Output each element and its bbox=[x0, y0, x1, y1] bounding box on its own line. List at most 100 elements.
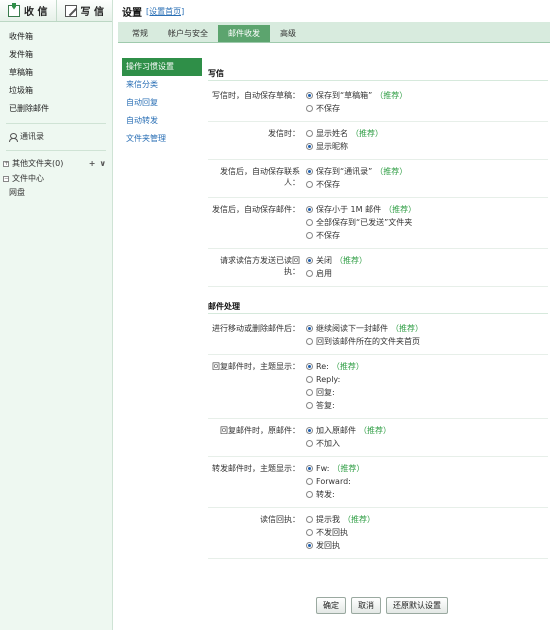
folder-list: 收件箱 发件箱 草稿箱 垃圾箱 已删除邮件 bbox=[0, 22, 112, 118]
sidebar-item-drafts[interactable]: 草稿箱 bbox=[0, 64, 112, 82]
radio-unchecked-icon[interactable] bbox=[306, 105, 313, 112]
sidebar-item-spam[interactable]: 垃圾箱 bbox=[0, 82, 112, 100]
radio-unchecked-icon[interactable] bbox=[306, 478, 313, 485]
radio-option[interactable]: 答复: bbox=[306, 399, 548, 412]
sidebar-item-netdisk[interactable]: 网盘 bbox=[0, 186, 112, 200]
radio-unchecked-icon[interactable] bbox=[306, 516, 313, 523]
radio-option[interactable]: 不发回执 bbox=[306, 526, 548, 539]
radio-option[interactable]: 启用 bbox=[306, 267, 548, 280]
radio-checked-icon[interactable] bbox=[306, 143, 313, 150]
radio-option[interactable]: 转发: bbox=[306, 488, 548, 501]
radio-option[interactable]: 回到该邮件所在的文件夹首页 bbox=[306, 335, 548, 348]
radio-option[interactable]: 全部保存到“已发送”文件夹 bbox=[306, 216, 548, 229]
sidebar-item-inbox[interactable]: 收件箱 bbox=[0, 28, 112, 46]
radio-option[interactable]: Fw: （推荐） bbox=[306, 462, 548, 475]
radio-option[interactable]: 发回执 bbox=[306, 539, 548, 552]
subnav-item[interactable]: 来信分类 bbox=[122, 76, 202, 94]
settings-home-link[interactable]: [设置首页] bbox=[146, 6, 184, 17]
section-title: 邮件处理 bbox=[208, 299, 548, 314]
sidebar-item-deleted[interactable]: 已删除邮件 bbox=[0, 100, 112, 118]
radio-unchecked-icon[interactable] bbox=[306, 232, 313, 239]
radio-unchecked-icon[interactable] bbox=[306, 181, 313, 188]
settings-content: 操作习惯设置 来信分类 自动回复 自动转发 文件夹管理 写信 写信时，自动保存草稿： 保存到… bbox=[118, 44, 550, 630]
radio-checked-icon[interactable] bbox=[306, 465, 313, 472]
collapse-icon[interactable]: − bbox=[3, 175, 9, 182]
radio-option[interactable]: Forward: bbox=[306, 475, 548, 488]
radio-option[interactable]: 回复: bbox=[306, 386, 548, 399]
radio-option[interactable]: 继续阅读下一封邮件 （推荐） bbox=[306, 322, 548, 335]
radio-unchecked-icon[interactable] bbox=[306, 270, 313, 277]
expand-icon[interactable]: + bbox=[3, 160, 9, 167]
radio-unchecked-icon[interactable] bbox=[306, 402, 313, 409]
other-folders-row[interactable]: + 其他文件夹(0) + ∨ bbox=[0, 156, 112, 171]
radio-checked-icon[interactable] bbox=[306, 325, 313, 332]
subnav-item[interactable]: 操作习惯设置 bbox=[122, 58, 202, 76]
chevron-down-icon[interactable]: ∨ bbox=[100, 156, 107, 171]
radio-unchecked-icon[interactable] bbox=[306, 130, 313, 137]
setting-row: 回复邮件时，原邮件： 加入原邮件 （推荐） 不加入 bbox=[208, 419, 548, 457]
radio-option[interactable]: Re: （推荐） bbox=[306, 360, 548, 373]
radio-option-label: 显示昵称 bbox=[316, 142, 348, 151]
sidebar-item-sent[interactable]: 发件箱 bbox=[0, 46, 112, 64]
compose-button[interactable]: 写 信 bbox=[57, 0, 113, 21]
radio-unchecked-icon[interactable] bbox=[306, 376, 313, 383]
setting-label: 读信回执： bbox=[260, 515, 300, 524]
radio-option[interactable]: 不加入 bbox=[306, 437, 548, 450]
radio-unchecked-icon[interactable] bbox=[306, 440, 313, 447]
radio-option[interactable]: 不保存 bbox=[306, 229, 548, 242]
radio-option[interactable]: 提示我 （推荐） bbox=[306, 513, 548, 526]
radio-option[interactable]: 关闭 （推荐） bbox=[306, 254, 548, 267]
inbox-icon bbox=[8, 4, 20, 17]
radio-checked-icon[interactable] bbox=[306, 427, 313, 434]
sidebar-item-contacts[interactable]: 通讯录 bbox=[0, 129, 112, 145]
radio-group: 保存到“通讯录” （推荐） 不保存 bbox=[306, 165, 548, 191]
radio-checked-icon[interactable] bbox=[306, 257, 313, 264]
add-folder-icon[interactable]: + bbox=[89, 156, 96, 171]
radio-option[interactable]: 加入原邮件 （推荐） bbox=[306, 424, 548, 437]
radio-option[interactable]: Reply: bbox=[306, 373, 548, 386]
setting-label: 发信时： bbox=[268, 129, 300, 138]
radio-option[interactable]: 不保存 bbox=[306, 178, 548, 191]
ok-button[interactable]: 确定 bbox=[316, 597, 346, 614]
radio-option-label: 不保存 bbox=[316, 180, 340, 189]
radio-option-label: 提示我 bbox=[316, 515, 340, 524]
file-center-row[interactable]: − 文件中心 bbox=[0, 171, 112, 186]
tab-advanced[interactable]: 高级 bbox=[270, 25, 306, 42]
cancel-button[interactable]: 取消 bbox=[351, 597, 381, 614]
radio-option[interactable]: 保存到“草稿箱” （推荐） bbox=[306, 89, 548, 102]
subnav-item[interactable]: 自动转发 bbox=[122, 112, 202, 130]
radio-option[interactable]: 不保存 bbox=[306, 102, 548, 115]
radio-option[interactable]: 保存到“通讯录” （推荐） bbox=[306, 165, 548, 178]
setting-row: 回复邮件时，主题显示： Re: （推荐） Reply: 回复: 答复: bbox=[208, 355, 548, 419]
restore-default-button[interactable]: 还原默认设置 bbox=[386, 597, 448, 614]
radio-unchecked-icon[interactable] bbox=[306, 219, 313, 226]
subnav-item[interactable]: 自动回复 bbox=[122, 94, 202, 112]
setting-row: 发信后，自动保存邮件： 保存小于 1M 邮件 （推荐） 全部保存到“已发送”文件夹 不保… bbox=[208, 198, 548, 249]
radio-checked-icon[interactable] bbox=[306, 363, 313, 370]
radio-checked-icon[interactable] bbox=[306, 206, 313, 213]
radio-group: 保存小于 1M 邮件 （推荐） 全部保存到“已发送”文件夹 不保存 bbox=[306, 203, 548, 242]
radio-unchecked-icon[interactable] bbox=[306, 491, 313, 498]
tab-general[interactable]: 常规 bbox=[122, 25, 158, 42]
radio-unchecked-icon[interactable] bbox=[306, 529, 313, 536]
radio-unchecked-icon[interactable] bbox=[306, 389, 313, 396]
radio-checked-icon[interactable] bbox=[306, 92, 313, 99]
tab-account-security[interactable]: 帐户与安全 bbox=[158, 25, 218, 42]
radio-checked-icon[interactable] bbox=[306, 168, 313, 175]
setting-label: 回复邮件时，原邮件： bbox=[220, 426, 300, 435]
setting-label: 发信后，自动保存邮件： bbox=[212, 205, 300, 214]
radio-option[interactable]: 显示昵称 bbox=[306, 140, 548, 153]
recommended-tag: （推荐） bbox=[331, 362, 364, 371]
radio-option[interactable]: 显示姓名 （推荐） bbox=[306, 127, 548, 140]
settings-subnav: 操作习惯设置 来信分类 自动回复 自动转发 文件夹管理 bbox=[122, 58, 202, 148]
page-header: 设置 [设置首页] bbox=[118, 0, 550, 22]
subnav-item[interactable]: 文件夹管理 bbox=[122, 130, 202, 148]
radio-option-label: 保存小于 1M 邮件 bbox=[316, 205, 382, 214]
radio-unchecked-icon[interactable] bbox=[306, 338, 313, 345]
radio-option[interactable]: 保存小于 1M 邮件 （推荐） bbox=[306, 203, 548, 216]
radio-checked-icon[interactable] bbox=[306, 542, 313, 549]
radio-option-label: 继续阅读下一封邮件 bbox=[316, 324, 388, 333]
inbox-button[interactable]: 收 信 bbox=[0, 0, 57, 21]
tab-mail[interactable]: 邮件收发 bbox=[218, 25, 270, 42]
